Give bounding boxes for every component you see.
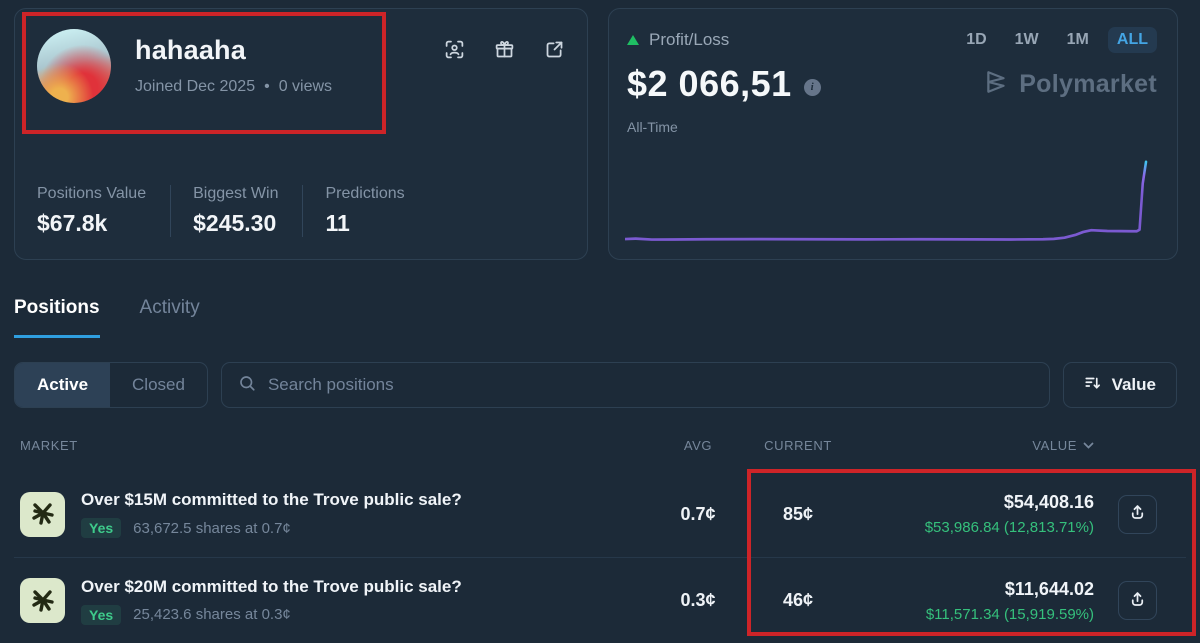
- stat-biggest-win: Biggest Win $245.30: [170, 185, 302, 237]
- polymarket-watermark: Polymarket: [983, 69, 1157, 100]
- views-count: 0 views: [279, 78, 332, 96]
- sort-icon: [1084, 374, 1102, 397]
- header-value-label: VALUE: [1032, 438, 1077, 453]
- range-1w-button[interactable]: 1W: [1006, 27, 1048, 53]
- sort-button-label: Value: [1112, 375, 1156, 395]
- qr-scan-icon[interactable]: [444, 39, 465, 60]
- search-positions-input[interactable]: [268, 375, 1033, 395]
- stat-positions-value: Positions Value $67.8k: [37, 185, 170, 237]
- range-1m-button[interactable]: 1M: [1058, 27, 1098, 53]
- search-positions-box: [221, 362, 1050, 408]
- outcome-badge: Yes: [81, 605, 121, 625]
- position-pnl: $11,571.34 (15,919.59%): [858, 606, 1094, 623]
- time-range-selector: 1D 1W 1M ALL: [957, 27, 1157, 53]
- gift-icon[interactable]: [494, 39, 515, 60]
- current-price: 85¢: [738, 504, 858, 525]
- stat-label: Positions Value: [37, 185, 146, 203]
- market-title: Over $15M committed to the Trove public …: [81, 490, 462, 510]
- username: hahaaha: [135, 35, 444, 66]
- stat-value: $245.30: [193, 210, 278, 237]
- market-info: Over $15M committed to the Trove public …: [81, 490, 462, 538]
- tabs-divider: [14, 338, 1186, 339]
- profile-stats: Positions Value $67.8k Biggest Win $245.…: [37, 185, 565, 237]
- tab-positions[interactable]: Positions: [14, 297, 100, 338]
- header-current: CURRENT: [738, 438, 858, 453]
- share-icon: [1128, 590, 1147, 612]
- pnl-period-label: All-Time: [627, 119, 1157, 135]
- positions-filter-row: Active Closed Value: [14, 362, 1177, 408]
- table-rows: Over $15M committed to the Trove public …: [14, 471, 1186, 643]
- segment-closed[interactable]: Closed: [110, 363, 207, 407]
- position-value: $54,408.16: [858, 492, 1094, 513]
- table-header-row: MARKET AVG CURRENT VALUE: [14, 438, 1186, 453]
- profile-header: hahaaha Joined Dec 2025 • 0 views: [15, 9, 587, 103]
- share-position-button[interactable]: [1118, 581, 1157, 620]
- profile-actions: [444, 29, 565, 60]
- header-value-sortable[interactable]: VALUE: [858, 438, 1094, 453]
- stat-label: Biggest Win: [193, 185, 278, 203]
- meta-separator-dot: •: [264, 78, 270, 96]
- market-title: Over $20M committed to the Trove public …: [81, 577, 462, 597]
- stat-predictions: Predictions 11: [302, 185, 428, 237]
- stat-value: 11: [325, 210, 404, 237]
- avg-price: 0.7¢: [658, 504, 738, 525]
- polymarket-logo-icon: [983, 69, 1009, 100]
- profile-names: hahaaha Joined Dec 2025 • 0 views: [135, 29, 444, 96]
- header-avg: AVG: [658, 438, 738, 453]
- range-all-button[interactable]: ALL: [1108, 27, 1157, 53]
- current-price: 46¢: [738, 590, 858, 611]
- segment-active[interactable]: Active: [15, 363, 110, 407]
- range-1d-button[interactable]: 1D: [957, 27, 995, 53]
- polymarket-profile-page: hahaaha Joined Dec 2025 • 0 views: [0, 0, 1200, 643]
- avg-price: 0.3¢: [658, 590, 738, 611]
- profile-tabs: Positions Activity: [14, 297, 1186, 338]
- pnl-value-wrap: $2 066,51 i: [627, 63, 983, 105]
- market-icon: [20, 578, 65, 623]
- polymarket-wordmark: Polymarket: [1019, 70, 1157, 99]
- position-row-2[interactable]: Over $20M committed to the Trove public …: [14, 557, 1186, 643]
- trend-up-icon: [627, 35, 639, 45]
- profile-card: hahaaha Joined Dec 2025 • 0 views: [14, 8, 588, 260]
- joined-date: Joined Dec 2025: [135, 78, 255, 96]
- pnl-amount: $2 066,51: [627, 63, 792, 105]
- info-icon[interactable]: i: [804, 79, 821, 96]
- avatar: [37, 29, 111, 103]
- stat-label: Predictions: [325, 185, 404, 203]
- market-info: Over $20M committed to the Trove public …: [81, 577, 462, 625]
- market-icon: [20, 492, 65, 537]
- outcome-badge: Yes: [81, 518, 121, 538]
- external-link-icon[interactable]: [544, 39, 565, 60]
- pnl-title-wrap: Profit/Loss: [627, 30, 957, 50]
- tab-activity[interactable]: Activity: [140, 297, 200, 338]
- shares-text: 63,672.5 shares at 0.7¢: [133, 520, 291, 537]
- shares-text: 25,423.6 shares at 0.3¢: [133, 606, 291, 623]
- status-segmented-control: Active Closed: [14, 362, 208, 408]
- positions-table: MARKET AVG CURRENT VALUE: [14, 438, 1186, 643]
- search-icon: [238, 374, 256, 397]
- position-row-1[interactable]: Over $15M committed to the Trove public …: [14, 471, 1186, 557]
- pnl-chart: [625, 149, 1161, 245]
- pnl-title: Profit/Loss: [649, 30, 729, 50]
- header-market: MARKET: [20, 438, 658, 453]
- share-position-button[interactable]: [1118, 495, 1157, 534]
- pnl-header: Profit/Loss 1D 1W 1M ALL: [627, 27, 1157, 53]
- pnl-value-row: $2 066,51 i Polymarket: [627, 63, 1157, 105]
- profile-meta: Joined Dec 2025 • 0 views: [135, 78, 444, 96]
- position-pnl: $53,986.84 (12,813.71%): [858, 519, 1094, 536]
- sort-by-value-button[interactable]: Value: [1063, 362, 1177, 408]
- share-icon: [1128, 503, 1147, 525]
- profit-loss-card: Profit/Loss 1D 1W 1M ALL $2 066,51 i Po: [608, 8, 1178, 260]
- stat-value: $67.8k: [37, 210, 146, 237]
- chevron-down-icon: [1083, 438, 1094, 453]
- pnl-line-chart: [625, 149, 1161, 245]
- position-value: $11,644.02: [858, 579, 1094, 600]
